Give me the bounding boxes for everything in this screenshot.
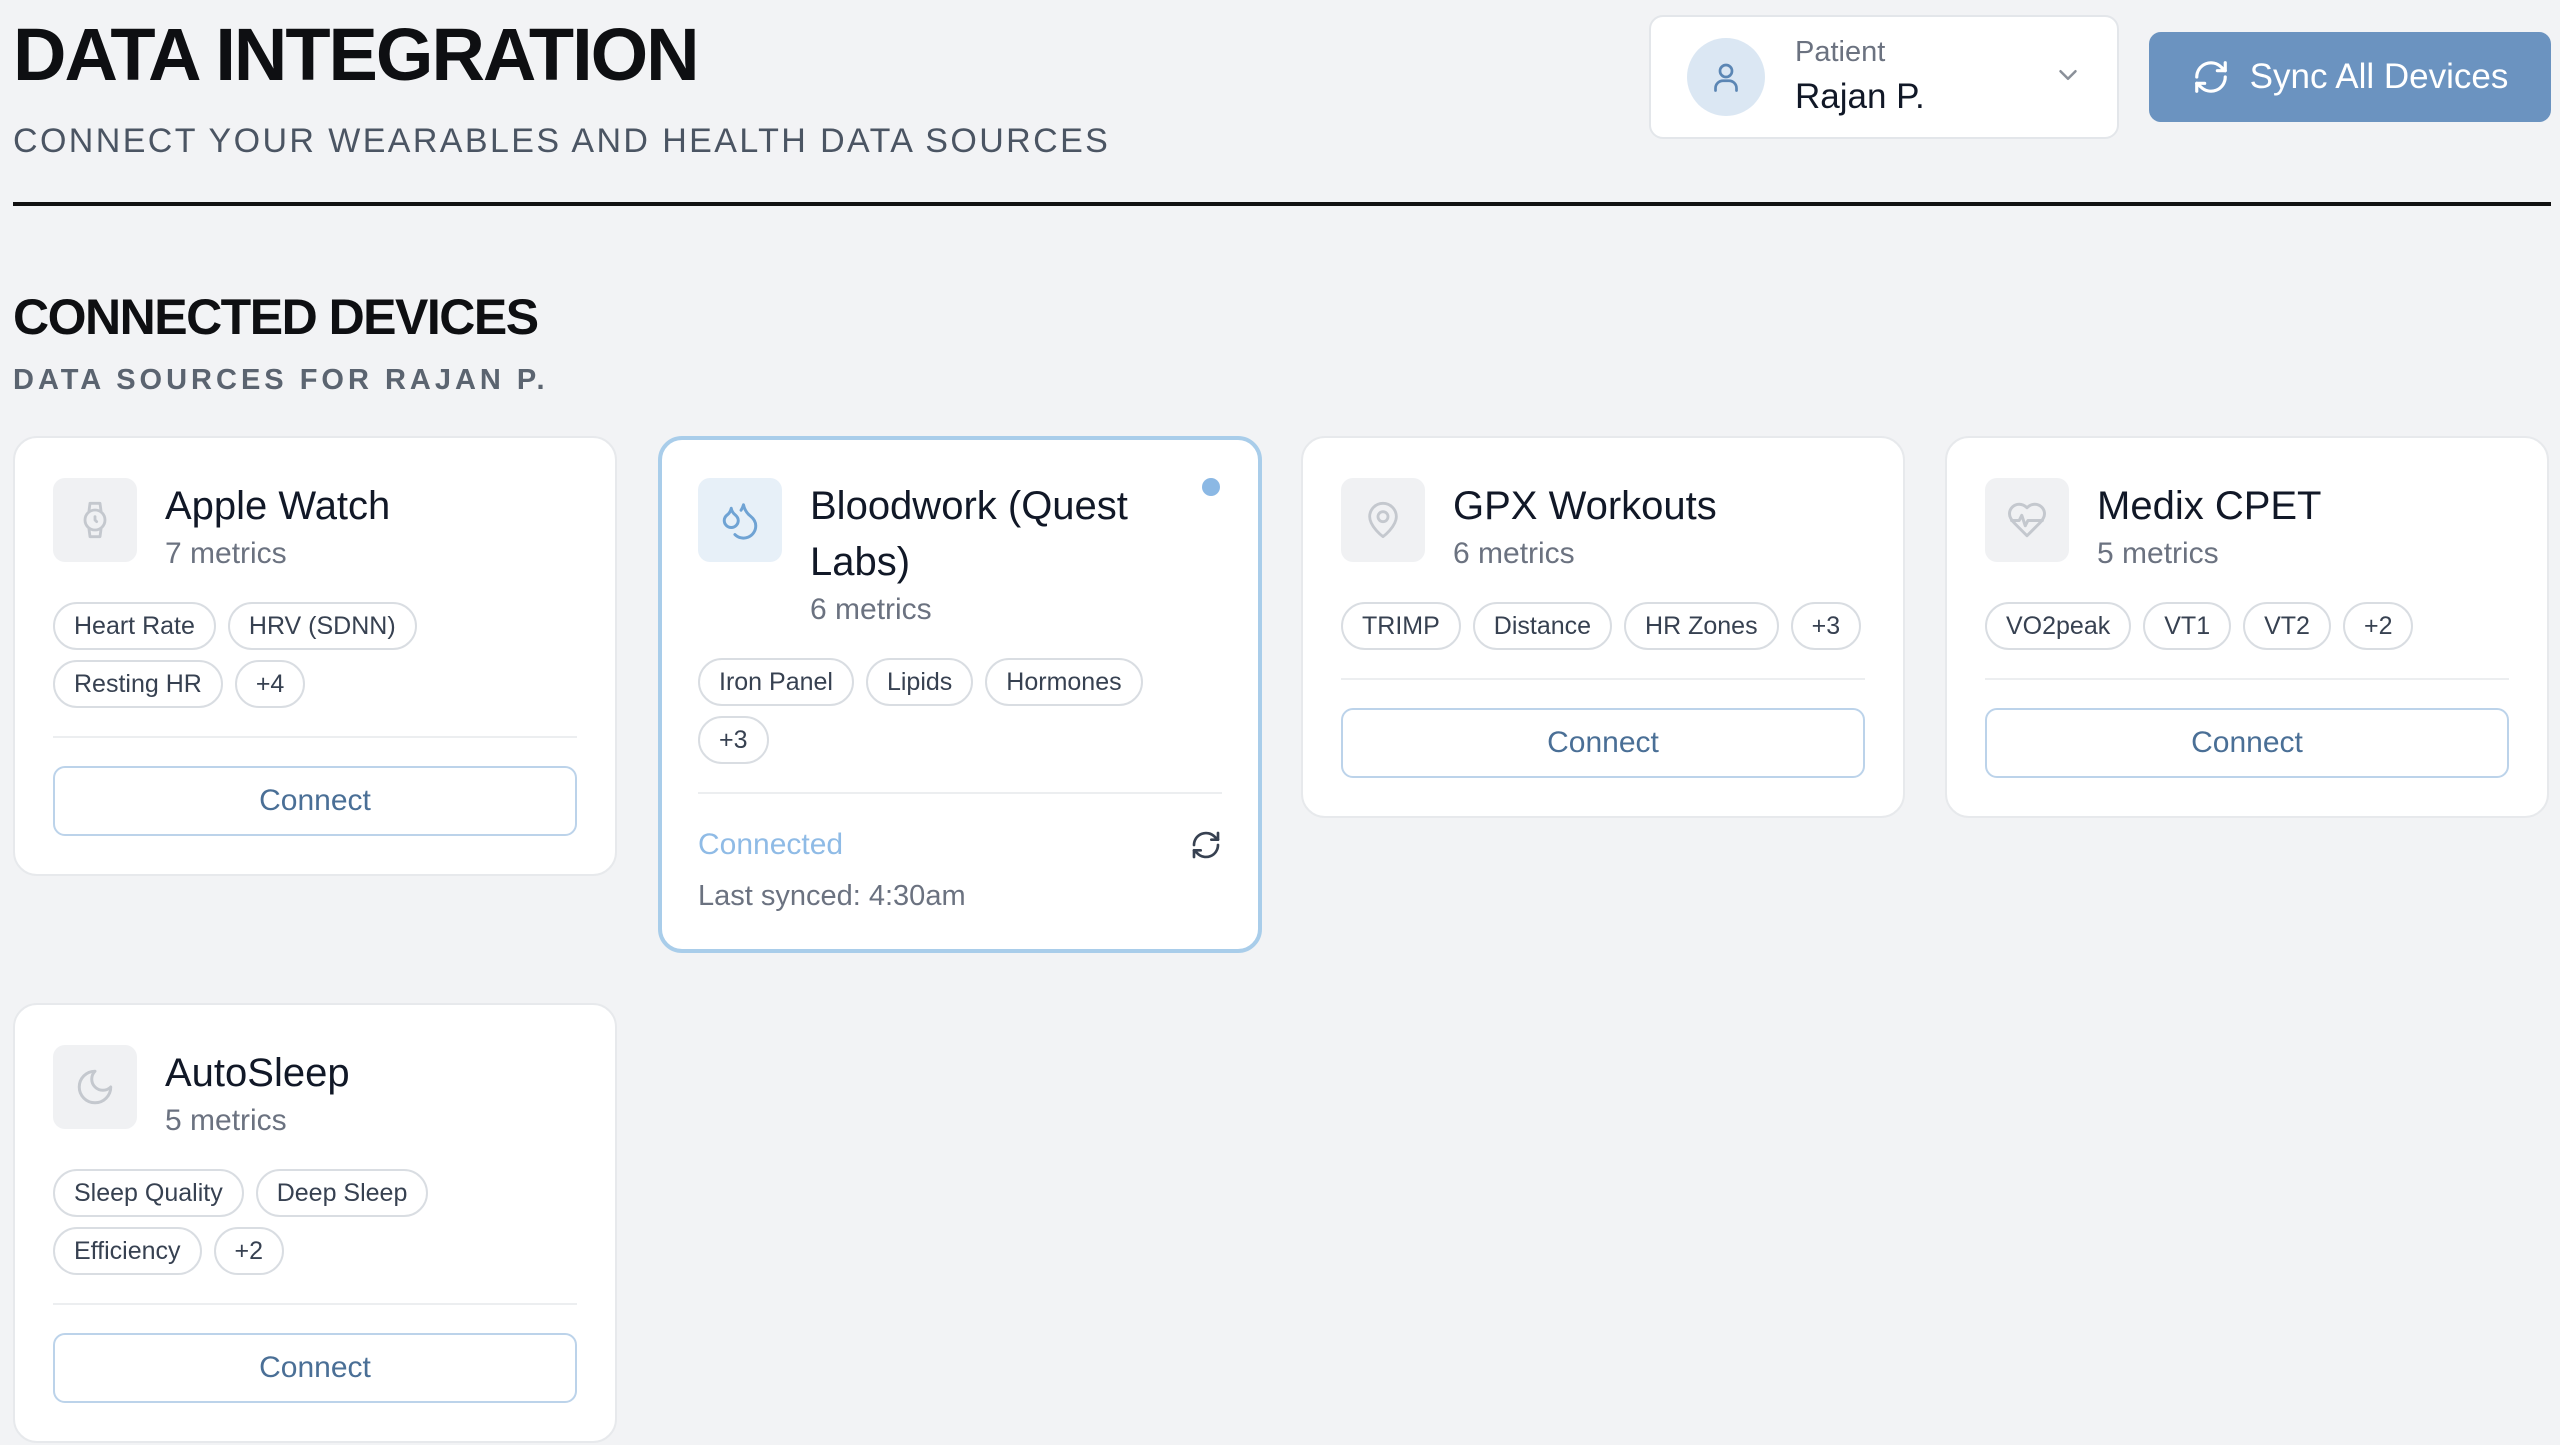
metric-tag: HR Zones	[1624, 602, 1779, 650]
last-synced-time: Last synced: 4:30am	[698, 880, 966, 912]
page-title: DATA INTEGRATION	[13, 13, 700, 96]
metric-tag: HRV (SDNN)	[227, 602, 417, 650]
more-metrics-tag[interactable]: +2	[213, 1227, 285, 1275]
metric-tag: Heart Rate	[53, 602, 216, 650]
device-card-autosleep: AutoSleep 5 metrics Sleep Quality Deep S…	[13, 1003, 617, 1443]
section-subtitle: DATA SOURCES FOR RAJAN P.	[13, 364, 549, 396]
device-name: AutoSleep	[165, 1051, 350, 1095]
metric-tags: Iron Panel Lipids Hormones +3	[698, 658, 1222, 764]
device-name: Medix CPET	[2097, 484, 2322, 528]
metric-tag: VO2peak	[1985, 602, 2132, 650]
connect-button[interactable]: Connect	[1985, 708, 2509, 778]
metric-tag: VT2	[2243, 602, 2331, 650]
device-name: Bloodwork (Quest Labs)	[810, 484, 1128, 584]
device-metric-count: 5 metrics	[2097, 537, 2219, 570]
refresh-icon	[2192, 58, 2230, 96]
more-metrics-tag[interactable]: +2	[2342, 602, 2414, 650]
device-card-apple-watch: Apple Watch 7 metrics Heart Rate HRV (SD…	[13, 436, 617, 876]
sync-all-devices-button[interactable]: Sync All Devices	[2149, 32, 2551, 122]
metric-tag: Efficiency	[53, 1227, 202, 1275]
device-metric-count: 7 metrics	[165, 537, 287, 570]
more-metrics-tag[interactable]: +4	[234, 660, 306, 708]
card-divider	[698, 792, 1222, 794]
moon-icon	[53, 1045, 137, 1129]
header-divider	[13, 202, 2551, 206]
card-divider	[53, 1303, 577, 1305]
sync-all-label: Sync All Devices	[2249, 57, 2509, 96]
chevron-down-icon	[2053, 60, 2083, 95]
device-name: Apple Watch	[165, 484, 391, 528]
metric-tag: VT1	[2143, 602, 2232, 650]
device-name: GPX Workouts	[1453, 484, 1717, 528]
heart-pulse-icon	[1985, 478, 2069, 562]
device-card-gpx-workouts: GPX Workouts 6 metrics TRIMP Distance HR…	[1301, 436, 1905, 818]
map-pin-icon	[1341, 478, 1425, 562]
device-metric-count: 6 metrics	[810, 593, 932, 626]
metric-tag: Distance	[1472, 602, 1613, 650]
card-divider	[1985, 678, 2509, 680]
metric-tag: Deep Sleep	[255, 1169, 429, 1217]
connect-button[interactable]: Connect	[53, 766, 577, 836]
refresh-icon[interactable]	[1190, 829, 1222, 861]
patient-info: Patient Rajan P.	[1795, 35, 2053, 119]
device-metric-count: 6 metrics	[1453, 537, 1575, 570]
card-divider	[53, 736, 577, 738]
user-icon	[1687, 38, 1765, 116]
metric-tags: VO2peak VT1 VT2 +2	[1985, 602, 2509, 650]
section-title: CONNECTED DEVICES	[13, 289, 539, 345]
connect-button[interactable]: Connect	[1341, 708, 1865, 778]
droplets-icon	[698, 478, 782, 562]
card-divider	[1341, 678, 1865, 680]
device-metric-count: 5 metrics	[165, 1104, 287, 1137]
metric-tag: Lipids	[865, 658, 974, 706]
metric-tag: Iron Panel	[698, 658, 854, 706]
metric-tag: Resting HR	[53, 660, 223, 708]
more-metrics-tag[interactable]: +3	[1790, 602, 1862, 650]
patient-name: Rajan P.	[1795, 76, 1925, 116]
connection-status: Connected	[698, 828, 844, 861]
page-subtitle: CONNECT YOUR WEARABLES AND HEALTH DATA S…	[13, 122, 1111, 160]
device-card-bloodwork: Bloodwork (Quest Labs) 6 metrics Iron Pa…	[658, 436, 1262, 953]
device-card-medix-cpet: Medix CPET 5 metrics VO2peak VT1 VT2 +2 …	[1945, 436, 2549, 818]
metric-tag: Hormones	[985, 658, 1143, 706]
watch-icon	[53, 478, 137, 562]
more-metrics-tag[interactable]: +3	[698, 716, 769, 764]
metric-tags: Heart Rate HRV (SDNN) Resting HR +4	[53, 602, 577, 708]
connected-status-dot	[1202, 478, 1220, 496]
patient-label: Patient	[1795, 35, 1886, 68]
metric-tags: TRIMP Distance HR Zones +3	[1341, 602, 1865, 650]
connect-button[interactable]: Connect	[53, 1333, 577, 1403]
metric-tag: TRIMP	[1341, 602, 1461, 650]
page-header: DATA INTEGRATION CONNECT YOUR WEARABLES …	[13, 0, 2551, 208]
patient-selector[interactable]: Patient Rajan P.	[1649, 15, 2119, 139]
metric-tag: Sleep Quality	[53, 1169, 244, 1217]
metric-tags: Sleep Quality Deep Sleep Efficiency +2	[53, 1169, 577, 1275]
